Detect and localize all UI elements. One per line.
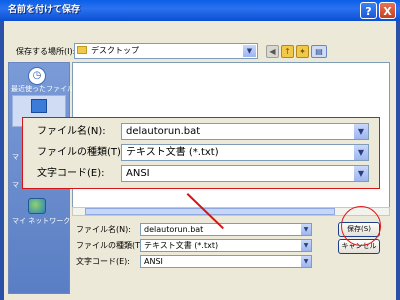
- place-partial-label-2[interactable]: マ: [12, 181, 19, 190]
- zoom-filename-input[interactable]: delautorun.bat ▼: [121, 123, 369, 140]
- look-in-value: デスクトップ: [91, 46, 139, 55]
- place-recent-label[interactable]: 最近使ったファイル: [11, 85, 74, 94]
- filetype-dropdown-icon[interactable]: ▼: [301, 240, 311, 251]
- place-partial-label-1[interactable]: マ: [12, 153, 19, 162]
- help-button[interactable]: ?: [360, 2, 377, 19]
- encoding-dropdown-icon[interactable]: ▼: [301, 256, 311, 267]
- zoom-callout: ファイル名(N): delautorun.bat ▼ ファイルの種類(T): テ…: [22, 117, 380, 189]
- zoom-filetype-dropdown-icon[interactable]: ▼: [354, 145, 368, 160]
- zoom-filetype-select[interactable]: テキスト文書 (*.txt) ▼: [121, 144, 369, 161]
- new-folder-icon[interactable]: ✦: [296, 45, 309, 58]
- save-as-screen: { "window": { "title": "名前を付けて保存", "help…: [0, 0, 400, 300]
- zoom-filetype-value: テキスト文書 (*.txt): [126, 147, 219, 158]
- zoom-encoding-select[interactable]: ANSI ▼: [121, 165, 369, 182]
- save-highlight-circle: [341, 206, 381, 246]
- back-icon[interactable]: ◀: [266, 45, 279, 58]
- horizontal-scrollbar[interactable]: [72, 207, 390, 216]
- encoding-value: ANSI: [144, 257, 163, 266]
- recent-files-icon[interactable]: ◷: [28, 67, 46, 85]
- filetype-value: テキスト文書 (*.txt): [144, 241, 219, 250]
- look-in-label: 保存する場所(I):: [16, 47, 76, 56]
- encoding-label: 文字コード(E):: [76, 257, 130, 266]
- network-icon[interactable]: [28, 198, 46, 214]
- filetype-label: ファイルの種類(T):: [76, 241, 146, 250]
- desktop-folder-icon: [77, 46, 87, 54]
- zoom-filename-dropdown-icon[interactable]: ▼: [354, 124, 368, 139]
- filename-value: delautorun.bat: [144, 225, 204, 234]
- filetype-select[interactable]: テキスト文書 (*.txt) ▼: [140, 239, 312, 252]
- place-network-label[interactable]: マイ ネットワーク: [12, 217, 70, 226]
- filename-label: ファイル名(N):: [76, 225, 131, 234]
- zoom-encoding-label: 文字コード(E):: [37, 168, 105, 179]
- up-folder-icon[interactable]: ↑: [281, 45, 294, 58]
- chevron-down-icon[interactable]: ▼: [243, 45, 256, 57]
- look-in-combo[interactable]: デスクトップ ▼: [74, 43, 258, 59]
- zoom-filename-value: delautorun.bat: [126, 126, 201, 137]
- filename-input[interactable]: delautorun.bat ▼: [140, 223, 312, 236]
- filename-dropdown-icon[interactable]: ▼: [301, 224, 311, 235]
- window-title: 名前を付けて保存: [8, 5, 81, 15]
- zoom-filetype-label: ファイルの種類(T):: [37, 147, 125, 158]
- zoom-filename-label: ファイル名(N):: [37, 126, 106, 137]
- view-menu-icon[interactable]: ▤: [311, 45, 327, 58]
- desktop-icon: [31, 99, 47, 113]
- zoom-encoding-dropdown-icon[interactable]: ▼: [354, 166, 368, 181]
- zoom-encoding-value: ANSI: [126, 168, 150, 179]
- close-button[interactable]: X: [379, 2, 396, 19]
- encoding-select[interactable]: ANSI ▼: [140, 255, 312, 268]
